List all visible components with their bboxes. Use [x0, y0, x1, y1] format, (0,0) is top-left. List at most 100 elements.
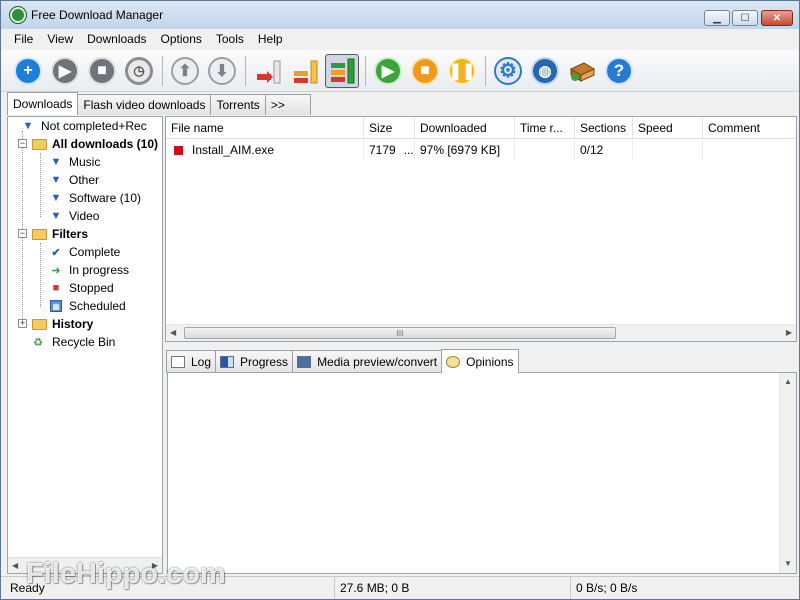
tab-media-preview[interactable]: Media preview/convert — [292, 350, 443, 373]
tree-item-scheduled[interactable]: ▦ Scheduled — [50, 297, 126, 315]
column-sections[interactable]: Sections — [575, 117, 633, 139]
close-button[interactable]: ✕ — [761, 10, 793, 26]
maximize-button[interactable]: ☐ — [732, 10, 758, 26]
tab-downloads[interactable]: Downloads — [7, 92, 79, 115]
toolbar-separator — [485, 55, 486, 86]
tab-opinions[interactable]: Opinions — [441, 349, 519, 373]
scrollbar-thumb[interactable]: III — [184, 327, 616, 339]
media-icon — [297, 356, 312, 368]
gear-icon: ⚙ — [494, 56, 522, 85]
speed-medium-button[interactable] — [288, 54, 322, 88]
tab-flash-video-downloads[interactable]: Flash video downloads — [77, 94, 212, 115]
start-button[interactable]: ▶ — [48, 54, 82, 88]
column-downloaded[interactable]: Downloaded — [415, 117, 515, 139]
start-all-button[interactable]: ▶ — [371, 54, 405, 88]
book-icon — [569, 61, 596, 82]
green-arrow-icon: ➜ — [51, 264, 61, 277]
add-download-button[interactable]: + — [11, 54, 45, 88]
file-name-text: Install_AIM.exe — [192, 143, 275, 157]
recycle-bin-icon: ♻ — [33, 336, 43, 349]
move-down-button[interactable]: ⬇ — [205, 54, 239, 88]
scheduler-button[interactable]: ◷ — [122, 54, 156, 88]
main-tabs: Downloads Flash video downloads Torrents… — [7, 92, 311, 116]
tree-item-all-downloads[interactable]: All downloads (10) — [32, 135, 158, 153]
scroll-left-icon[interactable]: ◀ — [12, 561, 18, 570]
column-comment[interactable]: Comment — [703, 117, 796, 139]
tree-item-filters[interactable]: Filters — [32, 225, 88, 243]
tab-log[interactable]: Log — [166, 350, 217, 373]
settings-button[interactable]: ⚙ — [491, 54, 525, 88]
minimize-button[interactable]: ▁ — [704, 10, 730, 26]
tree-item-other[interactable]: ▼ Other — [50, 171, 99, 189]
menu-help[interactable]: Help — [251, 32, 290, 46]
alarm-clock-icon: ◷ — [125, 56, 153, 85]
status-speed: 0 B/s; 0 B/s — [576, 581, 638, 595]
tab-log-label: Log — [191, 355, 212, 369]
speed-high-icon — [331, 58, 355, 83]
pause-all-icon: ❚❚ — [448, 56, 476, 85]
menu-view[interactable]: View — [40, 32, 80, 46]
tree-item-in-progress[interactable]: ➜ In progress — [50, 261, 129, 279]
tree-item-video[interactable]: ▼ Video — [50, 207, 100, 225]
speed-high-button[interactable] — [325, 53, 359, 88]
question-icon: ? — [605, 56, 633, 85]
folder-icon — [32, 138, 47, 150]
tree-item-complete[interactable]: ✔ Complete — [50, 243, 120, 261]
opinions-pane[interactable]: ▲ ▼ — [167, 372, 797, 574]
status-size: 27.6 MB; 0 B — [335, 577, 571, 599]
list-horizontal-scrollbar[interactable]: ◀ III ▶ — [166, 324, 796, 341]
menu-file[interactable]: File — [7, 32, 40, 46]
opinions-icon — [446, 355, 461, 368]
tree-item-not-completed[interactable]: ▼ Not completed+Rec — [22, 117, 147, 135]
table-row[interactable]: Install_AIM.exe 7179 ... 97% [6979 KB] 0… — [166, 140, 796, 160]
download-arrow-icon: ▼ — [50, 210, 62, 222]
scroll-up-icon[interactable]: ▲ — [784, 377, 792, 386]
menu-tools[interactable]: Tools — [209, 32, 251, 46]
expand-toggle[interactable]: + — [18, 319, 27, 328]
column-time-remaining[interactable]: Time r... — [515, 117, 575, 139]
tab-torrents[interactable]: Torrents — [210, 94, 266, 115]
stop-button[interactable]: ■ — [85, 54, 119, 88]
tab-media-label: Media preview/convert — [317, 355, 438, 369]
column-size[interactable]: Size — [364, 117, 415, 139]
stop-all-icon: ■ — [411, 56, 439, 85]
scroll-down-icon[interactable]: ▼ — [784, 559, 792, 568]
help-button[interactable]: ? — [602, 54, 636, 88]
column-file-name[interactable]: File name — [166, 117, 364, 139]
title-bar[interactable]: Free Download Manager ▁ ☐ ✕ — [1, 1, 799, 29]
scroll-right-icon[interactable]: ▶ — [786, 328, 792, 337]
downloads-list: File name Size Downloaded Time r... Sect… — [165, 116, 797, 342]
speed-low-button[interactable] — [251, 54, 285, 88]
collapse-toggle[interactable]: − — [18, 139, 27, 148]
folder-icon — [32, 318, 47, 330]
menu-downloads[interactable]: Downloads — [80, 32, 153, 46]
cell-downloaded: 97% [6979 KB] — [415, 140, 515, 160]
tree-line — [40, 243, 41, 307]
pane-vertical-scrollbar[interactable]: ▲ ▼ — [779, 373, 796, 573]
cell-time-remaining — [515, 140, 575, 160]
checkmark-icon: ✔ — [51, 246, 61, 259]
tree-item-stopped[interactable]: ■ Stopped — [50, 279, 114, 297]
cell-speed — [633, 140, 703, 160]
cell-sections: 0/12 — [575, 140, 633, 160]
arrow-down-icon: ⬇ — [208, 56, 236, 85]
collapse-toggle[interactable]: − — [18, 229, 27, 238]
tab-progress[interactable]: Progress — [215, 350, 294, 373]
stop-all-button[interactable]: ■ — [408, 54, 442, 88]
tab-more[interactable]: >> — [264, 94, 311, 115]
tree-item-software[interactable]: ▼ Software (10) — [50, 189, 141, 207]
menu-options[interactable]: Options — [154, 32, 209, 46]
tree-item-history[interactable]: History — [32, 315, 93, 333]
column-speed[interactable]: Speed — [633, 117, 703, 139]
tree-item-recycle-bin[interactable]: ♻ Recycle Bin — [32, 333, 115, 351]
download-arrow-icon: ▼ — [22, 120, 34, 132]
move-up-button[interactable]: ⬆ — [168, 54, 202, 88]
community-button[interactable] — [565, 54, 599, 88]
tree-item-music[interactable]: ▼ Music — [50, 153, 101, 171]
calendar-icon: ▦ — [50, 300, 62, 312]
site-manager-button[interactable]: ◍ — [528, 54, 562, 88]
scroll-left-icon[interactable]: ◀ — [170, 328, 176, 337]
toolbar-separator — [365, 55, 366, 86]
minimize-icon: ▁ — [713, 12, 721, 24]
pause-all-button[interactable]: ❚❚ — [445, 54, 479, 88]
